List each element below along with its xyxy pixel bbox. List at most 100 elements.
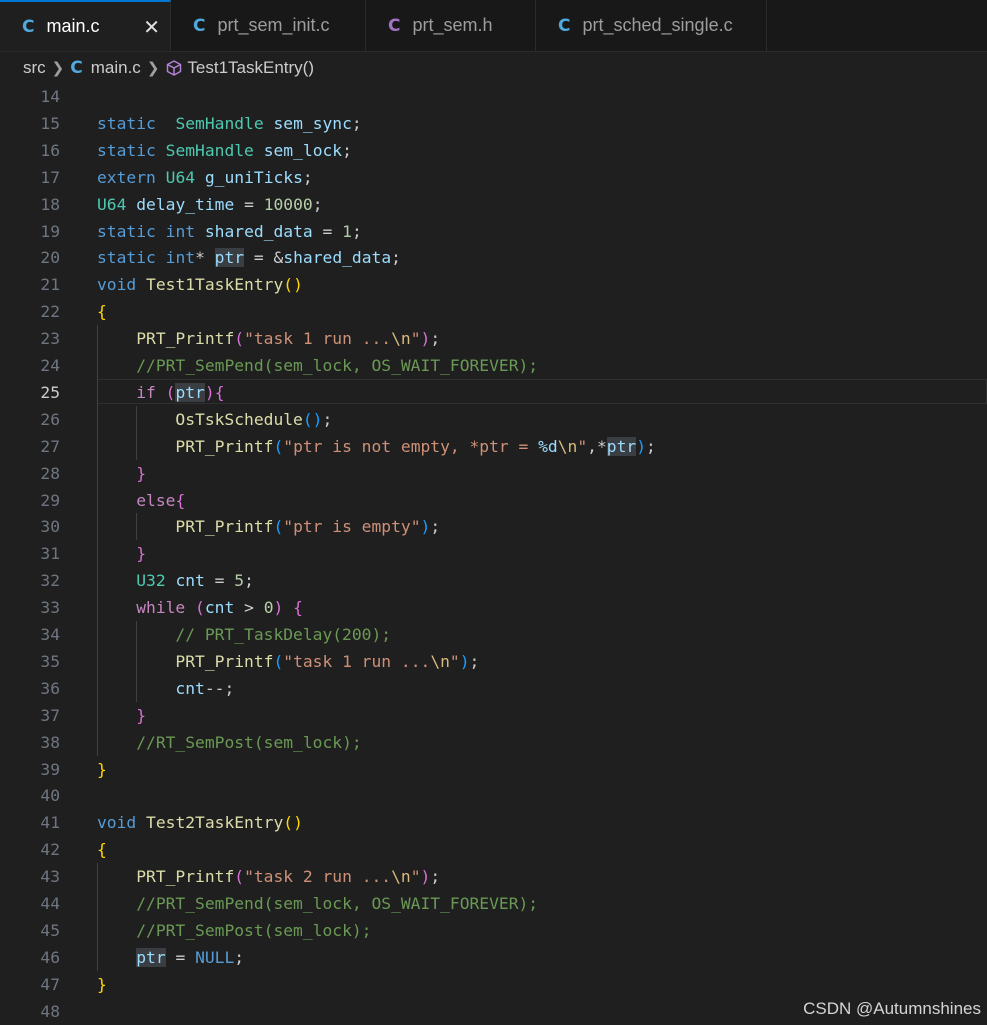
code-token: if xyxy=(136,382,156,402)
code-line[interactable]: 22 { xyxy=(0,298,987,325)
code-line[interactable]: 17 extern U64 g_uniTicks; xyxy=(0,164,987,191)
code-line[interactable]: 36 cnt--; xyxy=(0,674,987,702)
code-line[interactable]: 18 U64 delay_time = 10000; xyxy=(0,191,987,218)
code-token: extern xyxy=(97,167,156,187)
code-token: int xyxy=(165,248,196,268)
line-number: 18 xyxy=(40,194,60,214)
code-text: static int* ptr = &shared_data; xyxy=(97,244,401,271)
c-file-icon: C xyxy=(70,57,83,78)
tab-prt-sem-init-c[interactable]: C prt_sem_init.c xyxy=(171,0,366,51)
code-line[interactable]: 20 static int* ptr = &shared_data; xyxy=(0,244,987,271)
code-line[interactable]: 33 while (cnt > 0) { xyxy=(0,594,987,622)
breadcrumb-symbol[interactable]: Test1TaskEntry() xyxy=(187,58,314,78)
code-line[interactable]: 26 OsTskSchedule(); xyxy=(0,405,987,433)
code-line[interactable]: 37 } xyxy=(0,701,987,729)
code-token: > xyxy=(234,598,264,618)
code-token: static xyxy=(97,221,156,241)
code-line[interactable]: 29 else{ xyxy=(0,486,987,514)
line-number: 14 xyxy=(40,87,60,106)
code-line[interactable]: 47} xyxy=(0,971,987,998)
code-line[interactable]: 27 PRT_Printf("ptr is not empty, *ptr = … xyxy=(0,432,987,460)
code-line[interactable]: 28 } xyxy=(0,459,987,487)
code-token: int xyxy=(165,221,196,241)
tab-prt-sched-single-c[interactable]: C prt_sched_single.c xyxy=(536,0,767,51)
code-token: ( xyxy=(234,867,245,887)
code-text: { xyxy=(97,298,107,325)
line-number: 32 xyxy=(40,571,60,591)
breadcrumb-file[interactable]: main.c xyxy=(91,58,141,78)
code-token: void xyxy=(97,813,137,833)
code-text: static int shared_data = 1; xyxy=(97,218,362,245)
code-token: ; xyxy=(342,140,352,160)
code-line[interactable]: 25 if (ptr){ xyxy=(0,378,987,406)
line-number: 30 xyxy=(40,517,60,537)
code-line[interactable]: 32 U32 cnt = 5; xyxy=(0,567,987,595)
code-line[interactable]: 30 PRT_Printf("ptr is empty"); xyxy=(0,513,987,541)
code-line[interactable]: 45 //PRT_SemPost(sem_lock); xyxy=(0,916,987,944)
code-token: Test1TaskEntry xyxy=(146,275,284,295)
line-number: 17 xyxy=(40,167,60,187)
code-token: ptr xyxy=(136,947,166,967)
code-text: PRT_Printf("task 1 run ...\n"); xyxy=(97,648,479,675)
code-token: ; xyxy=(391,248,401,268)
code-token: = & xyxy=(244,248,284,268)
code-token: //RT_SemPost(sem_lock); xyxy=(136,732,362,752)
code-line[interactable]: 24 //PRT_SemPend(sem_lock, OS_WAIT_FOREV… xyxy=(0,352,987,379)
editor-tab-bar: C main.c ✕ C prt_sem_init.c C prt_sem.h … xyxy=(0,0,987,52)
code-line[interactable]: 42 { xyxy=(0,836,987,863)
code-line[interactable]: 16 static SemHandle sem_lock; xyxy=(0,137,987,164)
code-text: if (ptr){ xyxy=(97,379,225,406)
code-token: --; xyxy=(204,678,235,698)
line-number: 34 xyxy=(40,625,60,644)
code-line[interactable]: 15 static SemHandle sem_sync; xyxy=(0,110,987,137)
code-token: PRT_Printf xyxy=(136,329,235,349)
code-line[interactable]: 46 ptr = NULL; xyxy=(0,943,987,971)
code-token: ) xyxy=(420,329,431,349)
close-icon[interactable]: ✕ xyxy=(143,15,160,39)
code-line[interactable]: 21 void Test1TaskEntry() xyxy=(0,271,987,298)
code-token: static xyxy=(97,113,156,133)
code-text: else{ xyxy=(97,487,185,514)
code-token: NULL xyxy=(195,947,235,967)
c-file-icon: C xyxy=(558,15,571,36)
code-token: ,* xyxy=(587,436,607,456)
code-line[interactable]: 14 xyxy=(0,83,987,110)
code-line[interactable]: 38 //RT_SemPost(sem_lock); xyxy=(0,728,987,756)
code-line[interactable]: 40 xyxy=(0,782,987,809)
code-token: ptr xyxy=(214,248,245,268)
code-token: ptr xyxy=(175,382,205,402)
line-number: 33 xyxy=(40,598,60,618)
breadcrumb-folder[interactable]: src xyxy=(23,58,46,78)
code-line[interactable]: 44 //PRT_SemPend(sem_lock, OS_WAIT_FOREV… xyxy=(0,890,987,917)
tab-main-c[interactable]: C main.c ✕ xyxy=(0,0,171,51)
code-line[interactable]: 43 PRT_Printf("task 2 run ...\n"); xyxy=(0,863,987,891)
tab-prt-sem-h[interactable]: C prt_sem.h xyxy=(366,0,536,51)
code-line[interactable]: 41 void Test2TaskEntry() xyxy=(0,809,987,836)
line-number: 19 xyxy=(40,221,60,241)
code-token: = xyxy=(312,221,343,241)
code-line[interactable]: 23 PRT_Printf("task 1 run ...\n"); xyxy=(0,325,987,353)
line-number: 26 xyxy=(40,409,60,429)
code-line[interactable]: 34 // PRT_TaskDelay(200); xyxy=(0,621,987,648)
c-file-icon: C xyxy=(22,16,35,37)
code-token: ( xyxy=(273,517,284,537)
code-line[interactable]: 31 } xyxy=(0,540,987,568)
code-line[interactable]: 35 PRT_Printf("task 1 run ...\n"); xyxy=(0,647,987,675)
code-token: ( xyxy=(195,598,205,618)
line-number: 37 xyxy=(40,705,60,725)
code-token: ( xyxy=(273,436,284,456)
code-token: ) xyxy=(273,598,284,618)
code-token: ; xyxy=(469,651,480,671)
code-line[interactable]: 19 static int shared_data = 1; xyxy=(0,218,987,245)
code-line[interactable]: 39} xyxy=(0,756,987,783)
code-editor[interactable]: 14 15 static SemHandle sem_sync; 16 static S… xyxy=(0,83,987,1025)
code-text: //PRT_SemPost(sem_lock); xyxy=(97,917,371,944)
code-token: = xyxy=(204,571,235,591)
